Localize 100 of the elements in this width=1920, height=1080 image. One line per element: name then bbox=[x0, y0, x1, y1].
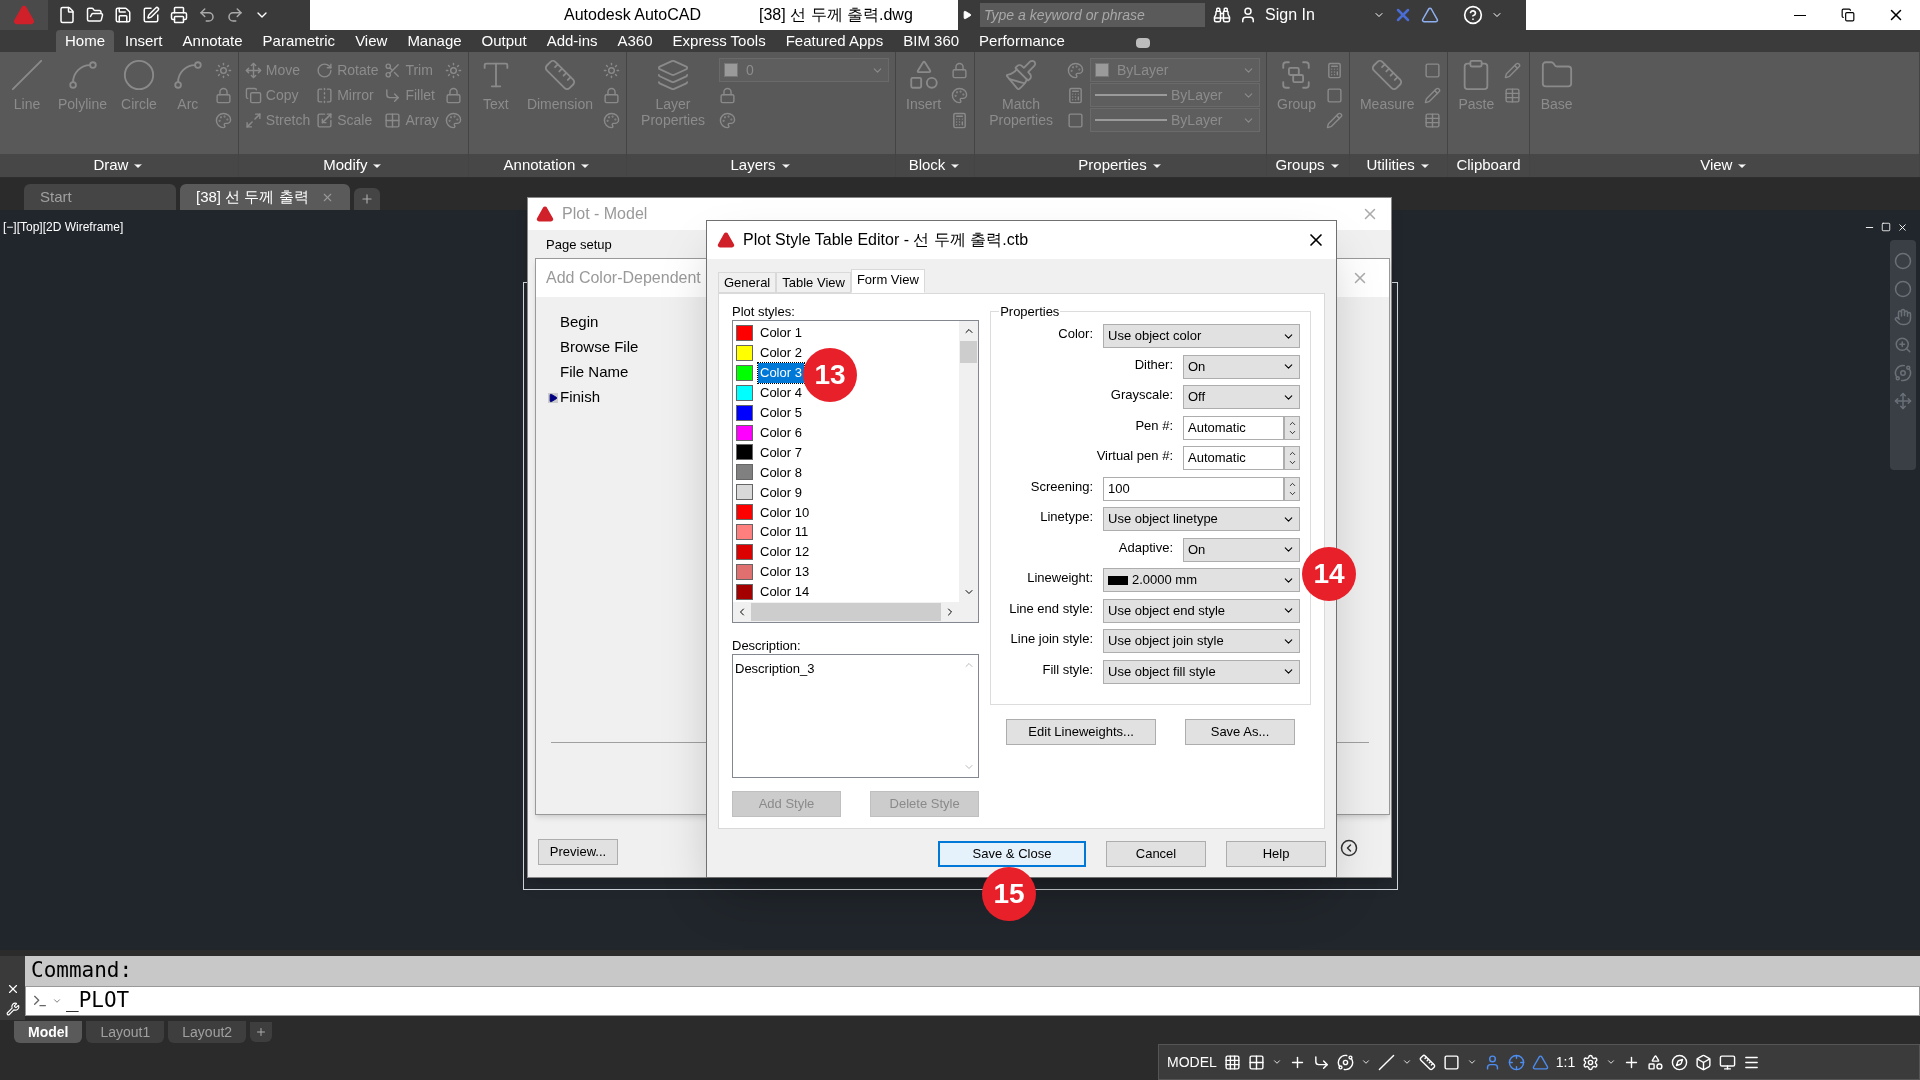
dialog-tab[interactable]: Form View bbox=[850, 269, 925, 293]
shapes-icon[interactable] bbox=[1647, 1053, 1665, 1071]
dialog-button[interactable]: Help bbox=[1226, 841, 1326, 867]
plot-style-item[interactable]: Color 9 bbox=[736, 482, 960, 503]
collapse-icon[interactable] bbox=[1340, 839, 1358, 857]
save-as-button[interactable]: Save As... bbox=[1185, 719, 1295, 745]
minimize-ribbon-icon[interactable] bbox=[1135, 38, 1150, 48]
ribbon-tab[interactable]: View bbox=[346, 30, 397, 52]
palette-icon[interactable] bbox=[214, 111, 232, 129]
calculator-icon[interactable] bbox=[1067, 86, 1085, 104]
ratio-button[interactable]: 1:1 bbox=[1555, 1051, 1576, 1073]
panel-title-bar[interactable]: Block bbox=[896, 154, 975, 177]
dropdown[interactable]: 2.0000 mm bbox=[1103, 568, 1300, 592]
open-folder-icon[interactable] bbox=[86, 6, 104, 24]
vertical-scrollbar[interactable] bbox=[959, 321, 979, 602]
close-icon[interactable] bbox=[1897, 222, 1908, 233]
triangle-icon[interactable] bbox=[1531, 1053, 1549, 1071]
caret-icon[interactable] bbox=[1606, 1057, 1617, 1067]
sun-icon[interactable] bbox=[603, 61, 620, 79]
dropdown[interactable]: On bbox=[1183, 354, 1300, 379]
layout-tab[interactable]: Layout1 bbox=[86, 1021, 165, 1043]
palette-icon[interactable] bbox=[1067, 61, 1085, 79]
dialog-tab[interactable]: Table View bbox=[776, 272, 851, 293]
grid-icon[interactable] bbox=[1223, 1053, 1241, 1071]
palette-icon[interactable] bbox=[951, 86, 969, 104]
plot-style-item[interactable]: Color 11 bbox=[736, 522, 960, 543]
number-field[interactable]: Automatic bbox=[1183, 415, 1284, 440]
move-icon[interactable] bbox=[1894, 392, 1912, 410]
ribbon-tab[interactable]: Annotate bbox=[173, 30, 252, 52]
plot-style-item[interactable]: Color 10 bbox=[736, 502, 960, 523]
dropdown[interactable]: On bbox=[1183, 537, 1300, 562]
save-icon[interactable] bbox=[114, 6, 132, 24]
palette-icon[interactable] bbox=[719, 111, 736, 129]
gear-icon[interactable] bbox=[1582, 1053, 1600, 1071]
square-icon[interactable] bbox=[1442, 1053, 1460, 1071]
plot-style-item[interactable]: Color 1 bbox=[736, 323, 960, 343]
sign-in-link[interactable]: Sign In bbox=[1265, 3, 1315, 27]
wrench-icon[interactable] bbox=[5, 1002, 20, 1016]
spin-buttons[interactable] bbox=[1284, 476, 1300, 501]
command-input[interactable]: _PLOT bbox=[25, 986, 1920, 1016]
slash-icon[interactable] bbox=[1377, 1053, 1395, 1071]
calculator-icon[interactable] bbox=[1325, 61, 1343, 79]
new-layout-button[interactable] bbox=[250, 1022, 273, 1042]
table-icon[interactable] bbox=[1424, 111, 1442, 129]
dropdown[interactable]: Use object end style bbox=[1103, 598, 1300, 623]
search-field[interactable]: Type a keyword or phrase bbox=[980, 3, 1205, 27]
table-icon[interactable] bbox=[1504, 86, 1522, 104]
pencil-icon[interactable] bbox=[1325, 111, 1343, 129]
edit-lineweights-button[interactable]: Edit Lineweights... bbox=[1006, 719, 1157, 745]
dropdown[interactable]: Use object linetype bbox=[1103, 507, 1300, 531]
expand-icon[interactable] bbox=[962, 10, 972, 20]
print-icon[interactable] bbox=[170, 6, 188, 24]
viewport-controls[interactable]: [−][Top][2D Wireframe] bbox=[3, 218, 124, 236]
horizontal-scrollbar[interactable] bbox=[733, 602, 979, 622]
corner-icon[interactable] bbox=[1312, 1053, 1330, 1071]
scroll-thumb[interactable] bbox=[751, 603, 942, 621]
restore-icon[interactable] bbox=[1881, 222, 1891, 232]
new-file-icon[interactable] bbox=[58, 6, 76, 24]
caret-icon[interactable] bbox=[1360, 1057, 1371, 1067]
ribbon-tab[interactable]: Express Tools bbox=[663, 30, 775, 52]
spin-buttons[interactable] bbox=[1284, 446, 1300, 470]
caret-icon[interactable] bbox=[1271, 1057, 1282, 1067]
dropdown[interactable]: Off bbox=[1183, 385, 1300, 409]
panel-title-bar[interactable]: Annotation bbox=[468, 154, 626, 177]
ribbon-tab[interactable]: BIM 360 bbox=[894, 30, 969, 52]
plot-style-item[interactable]: Color 13 bbox=[736, 562, 960, 582]
pencil-icon[interactable] bbox=[1504, 61, 1522, 79]
lock-icon[interactable] bbox=[444, 86, 462, 104]
panel-title-bar[interactable]: Properties bbox=[975, 154, 1267, 177]
caret-icon[interactable] bbox=[1466, 1057, 1477, 1067]
ribbon-tab[interactable]: Add-ins bbox=[537, 30, 607, 52]
plot-style-item[interactable]: Color 6 bbox=[736, 422, 960, 443]
dialog-button[interactable]: Save & Close bbox=[938, 841, 1086, 867]
layout-tab[interactable]: Layout2 bbox=[168, 1021, 247, 1043]
dialog-tab[interactable]: General bbox=[718, 272, 777, 293]
orbit-icon[interactable] bbox=[1336, 1053, 1354, 1071]
dropdown[interactable]: Use object color bbox=[1103, 324, 1300, 348]
calculator-icon[interactable] bbox=[951, 111, 969, 129]
pencil-icon[interactable] bbox=[1424, 86, 1442, 104]
plot-style-item[interactable]: Color 14 bbox=[736, 582, 960, 602]
wheel-icon[interactable] bbox=[1894, 280, 1912, 298]
plot-style-item[interactable]: Color 5 bbox=[736, 402, 960, 423]
sun-icon[interactable] bbox=[214, 61, 232, 79]
lock-icon[interactable] bbox=[719, 86, 736, 104]
palette-icon[interactable] bbox=[603, 111, 620, 129]
monitor-icon[interactable] bbox=[1719, 1053, 1737, 1071]
scroll-thumb[interactable] bbox=[960, 341, 978, 363]
plot-style-item[interactable]: Color 7 bbox=[736, 442, 960, 463]
panel-title-bar[interactable]: View bbox=[1529, 154, 1919, 177]
panel-title-bar[interactable]: Clipboard bbox=[1448, 154, 1529, 177]
model-space-button[interactable]: MODEL bbox=[1167, 1051, 1217, 1073]
palette-icon[interactable] bbox=[444, 111, 462, 129]
box-icon[interactable] bbox=[1695, 1053, 1713, 1071]
ribbon-tab[interactable]: A360 bbox=[608, 30, 662, 52]
document-tab[interactable]: Start bbox=[24, 184, 176, 210]
binoculars-icon[interactable] bbox=[1213, 6, 1231, 24]
plot-style-item[interactable]: Color 8 bbox=[736, 462, 960, 483]
lock-icon[interactable] bbox=[603, 86, 620, 104]
save-as-icon[interactable] bbox=[142, 6, 160, 24]
crosshair-icon[interactable] bbox=[1507, 1053, 1525, 1071]
